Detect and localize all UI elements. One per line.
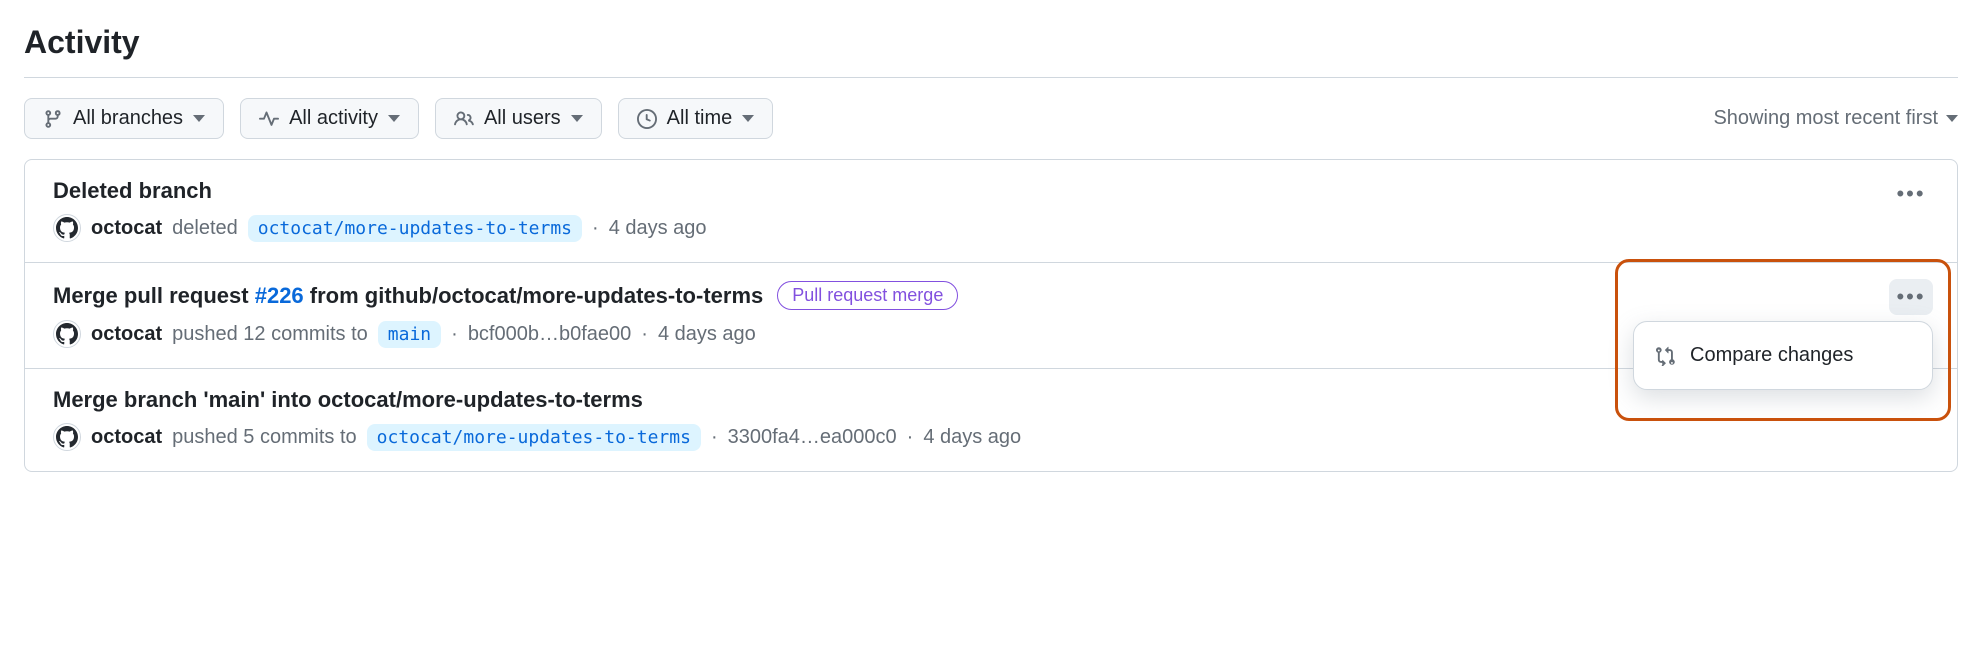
- filter-activity-button[interactable]: All activity: [240, 98, 419, 139]
- branch-pill[interactable]: octocat/more-updates-to-terms: [367, 424, 701, 451]
- filter-activity-label: All activity: [289, 107, 378, 130]
- activity-title: Merge pull request #226 from github/octo…: [53, 283, 763, 309]
- action-verb: pushed 5 commits to: [172, 426, 357, 449]
- sort-label-text: Showing most recent first: [1713, 107, 1938, 130]
- filter-branches-button[interactable]: All branches: [24, 98, 224, 139]
- sha-range[interactable]: 3300fa4…ea000c0: [728, 426, 897, 449]
- separator: ·: [592, 217, 599, 240]
- avatar[interactable]: [53, 320, 81, 348]
- filter-branches-label: All branches: [73, 107, 183, 130]
- filter-users-label: All users: [484, 107, 561, 130]
- caret-down-icon: [193, 115, 205, 122]
- branch-pill[interactable]: main: [378, 321, 441, 348]
- filter-users-button[interactable]: All users: [435, 98, 602, 139]
- timestamp: 4 days ago: [923, 426, 1021, 449]
- kebab-icon: •••: [1896, 284, 1925, 310]
- timestamp: 4 days ago: [658, 323, 756, 346]
- activity-list: Deleted branch octocat deleted octocat/m…: [24, 159, 1958, 472]
- people-icon: [454, 109, 474, 129]
- kebab-menu-button[interactable]: •••: [1889, 279, 1933, 315]
- activity-title: Deleted branch: [53, 178, 212, 204]
- clock-icon: [637, 109, 657, 129]
- caret-down-icon: [388, 115, 400, 122]
- page-title: Activity: [24, 24, 1958, 78]
- sha-range[interactable]: bcf000b…b0fae00: [468, 323, 631, 346]
- username-link[interactable]: octocat: [91, 426, 162, 449]
- filter-time-button[interactable]: All time: [618, 98, 774, 139]
- git-branch-icon: [43, 109, 63, 129]
- username-link[interactable]: octocat: [91, 217, 162, 240]
- compare-changes-label: Compare changes: [1690, 344, 1853, 367]
- compare-changes-item[interactable]: Compare changes: [1634, 332, 1932, 379]
- pulse-icon: [259, 109, 279, 129]
- kebab-menu-button[interactable]: •••: [1889, 176, 1933, 212]
- pr-number-link[interactable]: #226: [255, 283, 304, 308]
- git-compare-icon: [1656, 346, 1676, 366]
- caret-down-icon: [1946, 115, 1958, 122]
- avatar[interactable]: [53, 214, 81, 242]
- branch-pill[interactable]: octocat/more-updates-to-terms: [248, 215, 582, 242]
- kebab-icon: •••: [1896, 181, 1925, 207]
- activity-title: Merge branch 'main' into octocat/more-up…: [53, 387, 643, 413]
- filter-bar: All branches All activity All users All …: [24, 98, 1958, 139]
- activity-type-badge: Pull request merge: [777, 281, 958, 310]
- activity-item: Deleted branch octocat deleted octocat/m…: [25, 160, 1957, 263]
- caret-down-icon: [742, 115, 754, 122]
- separator: ·: [641, 323, 648, 346]
- separator: ·: [711, 426, 718, 449]
- caret-down-icon: [571, 115, 583, 122]
- sort-toggle[interactable]: Showing most recent first: [1713, 107, 1958, 130]
- action-verb: pushed 12 commits to: [172, 323, 368, 346]
- timestamp: 4 days ago: [609, 217, 707, 240]
- avatar[interactable]: [53, 423, 81, 451]
- kebab-dropdown: Compare changes: [1633, 321, 1933, 390]
- activity-item: Merge pull request #226 from github/octo…: [25, 263, 1957, 369]
- username-link[interactable]: octocat: [91, 323, 162, 346]
- filter-time-label: All time: [667, 107, 733, 130]
- separator: ·: [907, 426, 914, 449]
- action-verb: deleted: [172, 217, 238, 240]
- separator: ·: [451, 323, 458, 346]
